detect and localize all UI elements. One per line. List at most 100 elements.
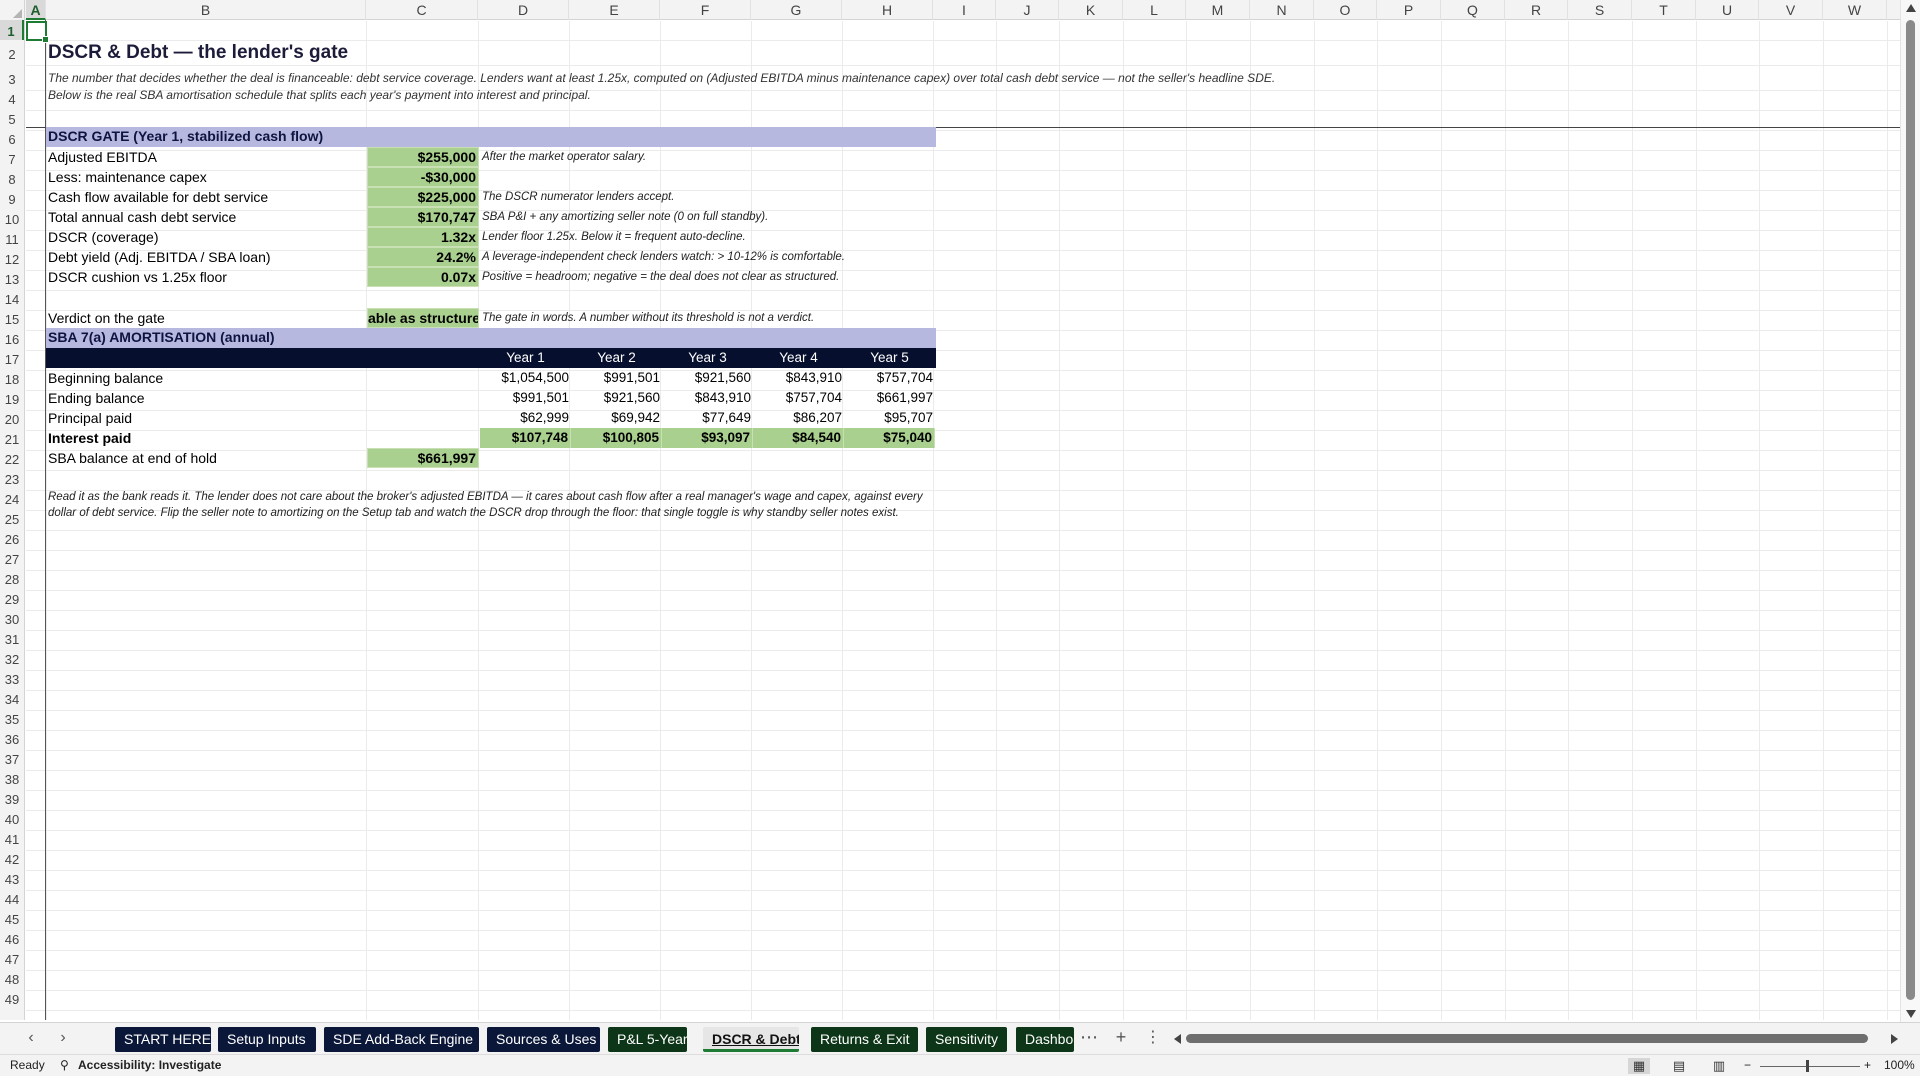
row-header-35[interactable]: 35	[0, 710, 24, 730]
amortisation-cell[interactable]: $93,097	[662, 428, 753, 448]
scroll-right-icon[interactable]	[1891, 1034, 1898, 1044]
row-header-33[interactable]: 33	[0, 670, 24, 690]
row-header-29[interactable]: 29	[0, 590, 24, 610]
dscr-row-value[interactable]: 0.07x	[367, 267, 479, 287]
amortisation-cell[interactable]: $69,942	[571, 408, 662, 428]
horizontal-scroll-thumb[interactable]	[1186, 1034, 1868, 1043]
row-header-47[interactable]: 47	[0, 950, 24, 970]
amortisation-cell[interactable]: $75,040	[844, 428, 935, 448]
row-header-20[interactable]: 20	[0, 410, 24, 430]
selected-cell-a1[interactable]	[26, 21, 49, 43]
column-header-h[interactable]: H	[842, 0, 933, 20]
column-header-m[interactable]: M	[1186, 0, 1250, 20]
row-header-13[interactable]: 13	[0, 270, 24, 290]
column-header-u[interactable]: U	[1696, 0, 1759, 20]
row-header-36[interactable]: 36	[0, 730, 24, 750]
row-header-30[interactable]: 30	[0, 610, 24, 630]
column-header-t[interactable]: T	[1632, 0, 1696, 20]
amortisation-cell[interactable]: $921,560	[662, 368, 753, 388]
row-header-3[interactable]: 3	[0, 65, 24, 90]
column-header-d[interactable]: D	[478, 0, 569, 20]
horizontal-scrollbar[interactable]	[1172, 1033, 1900, 1045]
sheet-tab-setup-inputs[interactable]: Setup Inputs	[218, 1027, 316, 1052]
dscr-row-value[interactable]: $170,747	[367, 207, 479, 227]
column-header-s[interactable]: S	[1568, 0, 1632, 20]
row-header-6[interactable]: 6	[0, 130, 24, 150]
row-header-12[interactable]: 12	[0, 250, 24, 270]
zoom-level[interactable]: 100%	[1884, 1058, 1915, 1072]
scroll-up-icon[interactable]	[1906, 4, 1916, 12]
amortisation-cell[interactable]: $843,910	[662, 388, 753, 408]
row-header-49[interactable]: 49	[0, 990, 24, 1010]
sheet-tab-dscr-debt[interactable]: DSCR & Debt	[703, 1027, 799, 1052]
vertical-ellipsis-icon[interactable]: ⋮	[1144, 1027, 1162, 1047]
column-header-r[interactable]: R	[1505, 0, 1568, 20]
row-header-15[interactable]: 15	[0, 310, 24, 330]
row-header-23[interactable]: 23	[0, 470, 24, 490]
amortisation-cell[interactable]: $95,707	[844, 408, 935, 428]
row-header-37[interactable]: 37	[0, 750, 24, 770]
dscr-row-value[interactable]: $255,000	[367, 147, 479, 167]
amortisation-cell[interactable]: $757,704	[844, 368, 935, 388]
row-header-31[interactable]: 31	[0, 630, 24, 650]
row-header-28[interactable]: 28	[0, 570, 24, 590]
verdict-value[interactable]: able as structured	[367, 308, 479, 328]
row-header-4[interactable]: 4	[0, 90, 24, 110]
dscr-row-value[interactable]: -$30,000	[367, 167, 479, 187]
amortisation-cell[interactable]: $77,649	[662, 408, 753, 428]
row-header-11[interactable]: 11	[0, 230, 24, 250]
amortisation-cell[interactable]: $991,501	[571, 368, 662, 388]
sheet-tab-sources-uses[interactable]: Sources & Uses	[487, 1027, 600, 1052]
column-header-w[interactable]: W	[1823, 0, 1887, 20]
row-header-42[interactable]: 42	[0, 850, 24, 870]
row-header-27[interactable]: 27	[0, 550, 24, 570]
row-header-21[interactable]: 21	[0, 430, 24, 450]
column-header-a[interactable]: A	[26, 0, 46, 20]
row-header-34[interactable]: 34	[0, 690, 24, 710]
column-header-f[interactable]: F	[660, 0, 751, 20]
column-header-c[interactable]: C	[366, 0, 478, 20]
sheet-tab-dashbo[interactable]: Dashbo	[1016, 1027, 1074, 1052]
column-header-g[interactable]: G	[751, 0, 842, 20]
dscr-row-value[interactable]: 24.2%	[367, 247, 479, 267]
row-header-41[interactable]: 41	[0, 830, 24, 850]
row-header-39[interactable]: 39	[0, 790, 24, 810]
sheet-tab-sensitivity[interactable]: Sensitivity	[926, 1027, 1007, 1052]
sheet-tab-returns-exit[interactable]: Returns & Exit	[811, 1027, 918, 1052]
row-header-44[interactable]: 44	[0, 890, 24, 910]
row-header-43[interactable]: 43	[0, 870, 24, 890]
amortisation-cell[interactable]: $107,748	[480, 428, 571, 448]
ellipsis-icon[interactable]: ⋯	[1080, 1027, 1098, 1048]
amortisation-cell[interactable]: $843,910	[753, 368, 844, 388]
row-header-32[interactable]: 32	[0, 650, 24, 670]
column-header-k[interactable]: K	[1059, 0, 1123, 20]
accessibility-icon[interactable]: ⚲	[60, 1058, 69, 1072]
column-header-b[interactable]: B	[46, 0, 366, 20]
column-header-l[interactable]: L	[1123, 0, 1186, 20]
row-header-1[interactable]: 1	[0, 20, 24, 40]
row-header-46[interactable]: 46	[0, 930, 24, 950]
column-header-q[interactable]: Q	[1441, 0, 1505, 20]
column-header-i[interactable]: I	[933, 0, 996, 20]
column-header-n[interactable]: N	[1250, 0, 1314, 20]
column-header-p[interactable]: P	[1377, 0, 1441, 20]
chevron-left-icon[interactable]: ‹	[22, 1029, 40, 1047]
row-header-16[interactable]: 16	[0, 330, 24, 350]
zoom-in-icon[interactable]: +	[1864, 1058, 1871, 1072]
row-header-24[interactable]: 24	[0, 490, 24, 510]
scroll-down-icon[interactable]	[1906, 1010, 1916, 1018]
row-header-9[interactable]: 9	[0, 190, 24, 210]
row-header-48[interactable]: 48	[0, 970, 24, 990]
row-header-7[interactable]: 7	[0, 150, 24, 170]
chevron-right-icon[interactable]: ›	[54, 1029, 72, 1047]
page-break-view-icon[interactable]: ▥	[1708, 1058, 1730, 1074]
row-header-17[interactable]: 17	[0, 350, 24, 370]
amortisation-cell[interactable]: $1,054,500	[480, 368, 571, 388]
zoom-slider[interactable]	[1760, 1066, 1860, 1067]
column-header-j[interactable]: J	[996, 0, 1059, 20]
zoom-out-icon[interactable]: −	[1744, 1058, 1751, 1072]
amortisation-cell[interactable]: $100,805	[571, 428, 662, 448]
dscr-row-value[interactable]: 1.32x	[367, 227, 479, 247]
plus-icon[interactable]: +	[1112, 1027, 1130, 1048]
amortisation-cell[interactable]: $86,207	[753, 408, 844, 428]
